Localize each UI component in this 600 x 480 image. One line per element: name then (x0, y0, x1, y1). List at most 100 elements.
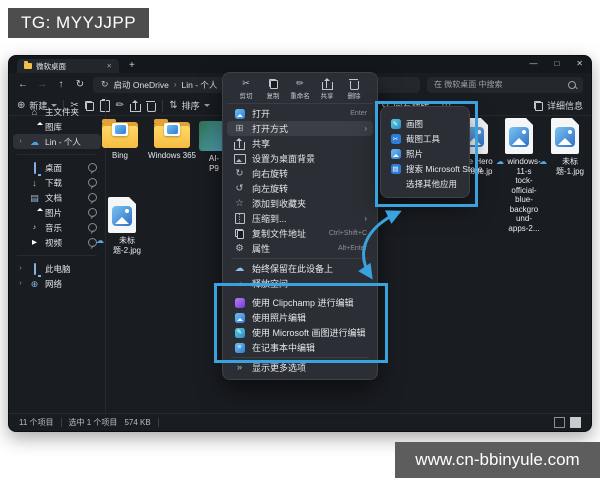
share-icon (233, 138, 246, 150)
sidebar-item-label: 图片 (45, 207, 62, 219)
rotate-right-icon: ↻ (233, 169, 246, 179)
divider (158, 418, 159, 427)
sidebar-item-label: 主文件夹 (45, 106, 79, 118)
menu-item-share[interactable]: 共享 (227, 136, 373, 151)
tab-bar: 微软桌面 ✕ + — □ ✕ (9, 56, 591, 73)
sidebar-item-label: 桌面 (45, 162, 62, 174)
network-icon: ⊕ (29, 279, 40, 289)
divider (17, 255, 97, 256)
folder-icon (102, 119, 138, 148)
image-file-icon (108, 197, 136, 233)
search-input[interactable]: 在 微软桌面 中搜索 (427, 77, 583, 93)
forward-arrow-icon[interactable]: → (36, 79, 48, 90)
share-icon (322, 78, 333, 89)
share-button[interactable]: 共享 (314, 78, 340, 100)
item-count: 11 个项目 (19, 417, 54, 428)
open-with-icon: ⊞ (233, 124, 246, 134)
sidebar-item-label: Lin - 个人 (45, 136, 81, 148)
tab-desktop[interactable]: 微软桌面 ✕ (17, 59, 119, 73)
menu-item-rotate-left[interactable]: ↺ 向左旋转 (227, 181, 373, 196)
new-tab-button[interactable]: + (129, 59, 135, 73)
sidebar-item-label: 音乐 (45, 222, 62, 234)
breadcrumb-item-onedrive[interactable]: 启动 OneDrive (114, 79, 169, 91)
search-icon (568, 81, 576, 89)
file-windows365[interactable]: Windows 365 (145, 119, 199, 161)
window-controls: — □ ✕ (529, 57, 583, 71)
rotate-left-icon: ↺ (233, 184, 246, 194)
maximize-button[interactable]: □ (554, 57, 559, 71)
onedrive-icon: ☁ (29, 137, 40, 147)
file-untitled1[interactable]: ☁未标题-1.jpg (539, 118, 591, 176)
sidebar-item-thispc[interactable]: › 此电脑 (13, 261, 101, 276)
sidebar-item-gallery[interactable]: 图库 (13, 119, 101, 134)
refresh-icon[interactable]: ↻ (74, 79, 86, 90)
cloud-keep-icon: ☁ (233, 264, 246, 274)
sidebar-item-label: 此电脑 (45, 263, 71, 275)
desktop-icon (29, 163, 40, 173)
sidebar-item-desktop[interactable]: 桌面 (13, 160, 101, 175)
sidebar-item-documents[interactable]: ▤ 文档 (13, 190, 101, 205)
menu-item-open-with[interactable]: ⊞ 打开方式 › (227, 121, 373, 136)
chevron-right-icon: › (364, 124, 367, 133)
sidebar-item-music[interactable]: ♪ 音乐 (13, 220, 101, 235)
menu-item-rotate-right[interactable]: ↻ 向右旋转 (227, 166, 373, 181)
watermark: www.cn-bbinyule.com (395, 442, 600, 478)
sidebar-item-label: 视频 (45, 237, 62, 249)
zip-icon (233, 213, 246, 224)
icons-view-icon[interactable] (570, 417, 581, 428)
delete-icon (350, 78, 359, 89)
image-file-icon (505, 118, 533, 154)
copy-path-icon (233, 229, 246, 239)
sidebar-item-pictures[interactable]: 图片 (13, 205, 101, 220)
quick-actions: ✂ 剪切 复制 ✏ 重命名 共享 删除 (227, 76, 373, 104)
pin-icon[interactable] (88, 163, 97, 172)
tab-title: 微软桌面 (36, 61, 66, 72)
downloads-icon: ↓ (29, 178, 40, 188)
favorites-star-icon: ☆ (233, 199, 246, 209)
tab-close-icon[interactable]: ✕ (101, 62, 112, 70)
minimize-button[interactable]: — (529, 57, 537, 71)
menu-item-open[interactable]: 打开 Enter (227, 106, 373, 121)
back-arrow-icon[interactable]: ← (17, 79, 29, 90)
delete-button[interactable]: 删除 (341, 78, 367, 100)
documents-icon: ▤ (29, 193, 40, 203)
selection-size: 574 KB (124, 418, 150, 427)
details-view-icon[interactable] (554, 417, 565, 428)
sidebar-item-label: 下载 (45, 177, 62, 189)
tg-badge: TG: MYYJJPP (8, 8, 149, 38)
selection-count: 选中 1 个项目 (69, 417, 118, 428)
menu-item-set-wallpaper[interactable]: 设置为桌面背景 (227, 151, 373, 166)
pin-icon[interactable] (88, 178, 97, 187)
sidebar-item-videos[interactable]: ▶ 视频 (13, 235, 101, 250)
cut-button[interactable]: ✂ 剪切 (233, 78, 259, 100)
folder-icon (154, 119, 190, 148)
close-button[interactable]: ✕ (576, 57, 583, 71)
chevron-right-icon[interactable]: › (17, 265, 24, 272)
sidebar-item-downloads[interactable]: ↓ 下载 (13, 175, 101, 190)
breadcrumb-item-lin[interactable]: Lin - 个人 (181, 79, 217, 91)
show-more-icon: » (233, 363, 246, 373)
sidebar-item-label: 文档 (45, 192, 62, 204)
file-windows11-stock[interactable]: ☁windows-11-s tock-official- blue-backgr… (496, 118, 542, 233)
divider (17, 154, 97, 155)
cloud-status-icon: ☁ (496, 157, 504, 166)
sidebar-item-onedrive[interactable]: › ☁ Lin - 个人 (13, 134, 101, 149)
sidebar-item-home[interactable]: ⌂ 主文件夹 (13, 104, 101, 119)
page: TG: MYYJJPP 微软桌面 ✕ + — □ ✕ ← → ↑ ↻ ↻ 启动 (0, 0, 600, 480)
chevron-right-icon[interactable]: › (17, 280, 24, 287)
sidebar-item-network[interactable]: › ⊕ 网络 (13, 276, 101, 291)
file-untitled2[interactable]: ☁未标题-2.jpg (96, 197, 148, 255)
annotation-arrow (345, 198, 415, 290)
image-file-icon (551, 118, 579, 154)
file-bing[interactable]: Bing (95, 119, 145, 161)
pc-icon (29, 264, 40, 274)
up-arrow-icon[interactable]: ↑ (55, 79, 67, 90)
copy-button[interactable]: 复制 (260, 78, 286, 100)
search-placeholder: 在 微软桌面 中搜索 (434, 79, 502, 90)
chevron-right-icon[interactable]: › (17, 138, 24, 145)
sidebar-item-label: 图库 (45, 121, 62, 133)
divider (61, 418, 62, 427)
rename-button[interactable]: ✏ 重命名 (287, 78, 313, 100)
highlight-box-submenu (375, 101, 478, 207)
status-bar: 11 个项目 选中 1 个项目 574 KB (9, 413, 591, 431)
